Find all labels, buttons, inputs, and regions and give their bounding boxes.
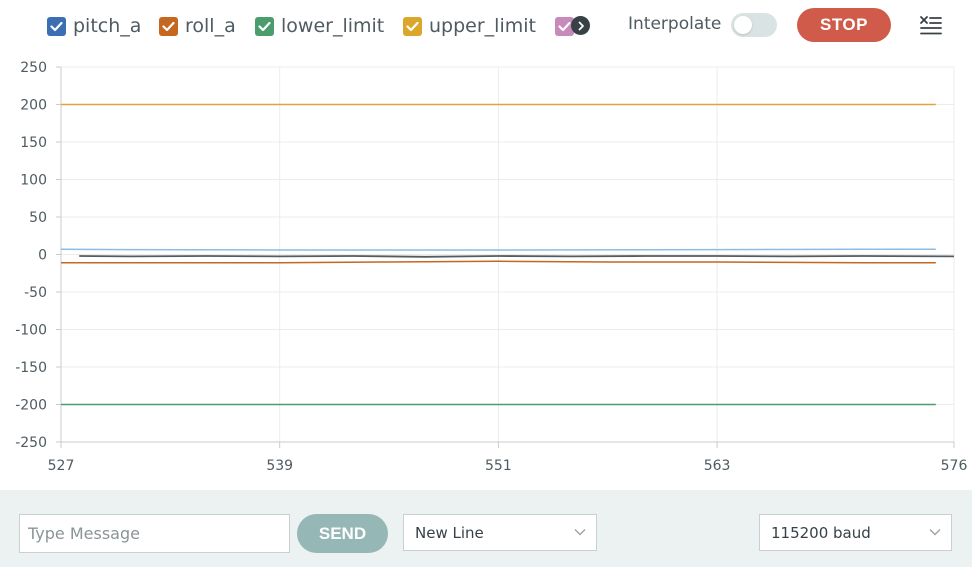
legend-label: lower_limit xyxy=(281,15,385,37)
toggle-knob xyxy=(734,16,752,34)
series-line-series-4 xyxy=(79,255,955,258)
message-bar: SEND New Line 115200 baud xyxy=(0,490,972,567)
x-tick-label: 539 xyxy=(266,458,293,474)
y-tick-label: -250 xyxy=(15,435,47,451)
y-tick-label: 0 xyxy=(38,248,47,264)
x-tick-label: 527 xyxy=(48,458,75,474)
baud-rate-value: 115200 baud xyxy=(771,523,871,542)
checkbox-icon[interactable] xyxy=(47,16,66,36)
plotter-toolbar: pitch_a roll_a lower_limit upper_limit I… xyxy=(0,0,972,52)
y-tick-label: -150 xyxy=(15,360,47,376)
interpolate-label: Interpolate xyxy=(628,14,722,34)
send-button[interactable]: SEND xyxy=(297,514,388,553)
legend-label: roll_a xyxy=(185,15,236,37)
legend-item-lower-limit[interactable]: lower_limit xyxy=(255,13,384,39)
y-tick-label: 150 xyxy=(20,135,47,151)
serial-plotter-window: pitch_a roll_a lower_limit upper_limit I… xyxy=(0,0,972,567)
message-input[interactable] xyxy=(19,514,290,553)
interpolate-toggle[interactable] xyxy=(731,13,777,37)
baud-rate-select[interactable]: 115200 baud xyxy=(759,514,952,551)
x-tick-label: 551 xyxy=(485,458,512,474)
legend-label: upper_limit xyxy=(429,15,536,37)
clear-list-icon[interactable] xyxy=(918,14,944,38)
y-tick-label: 100 xyxy=(20,173,47,189)
y-tick-label: -50 xyxy=(24,285,47,301)
x-tick-label: 576 xyxy=(941,458,968,474)
legend-item-upper-limit[interactable]: upper_limit xyxy=(403,13,536,39)
y-tick-label: 50 xyxy=(29,210,47,226)
line-ending-value: New Line xyxy=(415,523,484,542)
checkbox-icon[interactable] xyxy=(255,16,274,36)
stop-button[interactable]: STOP xyxy=(797,8,891,42)
plot-area: 250 200 150 100 50 0 -50 -100 -150 -200 -250 527 539… xyxy=(0,52,972,490)
line-ending-select[interactable]: New Line xyxy=(403,514,597,551)
legend-item-pitch-a[interactable]: pitch_a xyxy=(47,13,141,39)
legend-item-roll-a[interactable]: roll_a xyxy=(159,13,236,39)
checkbox-icon[interactable] xyxy=(403,16,422,36)
chevron-right-icon[interactable] xyxy=(571,16,590,35)
legend-label: pitch_a xyxy=(73,15,142,37)
y-tick-label: 200 xyxy=(20,98,47,114)
more-series-button[interactable] xyxy=(555,16,591,38)
x-tick-label: 563 xyxy=(704,458,731,474)
line-chart: 250 200 150 100 50 0 -50 -100 -150 -200 -250527 539… xyxy=(15,60,968,474)
y-tick-label: -100 xyxy=(15,323,47,339)
checkbox-icon[interactable] xyxy=(159,16,178,36)
chevron-down-icon xyxy=(929,529,941,536)
y-tick-label: 250 xyxy=(20,60,47,76)
series-line-series-2 xyxy=(60,248,936,251)
chevron-down-icon xyxy=(574,529,586,536)
y-tick-label: -200 xyxy=(15,398,47,414)
